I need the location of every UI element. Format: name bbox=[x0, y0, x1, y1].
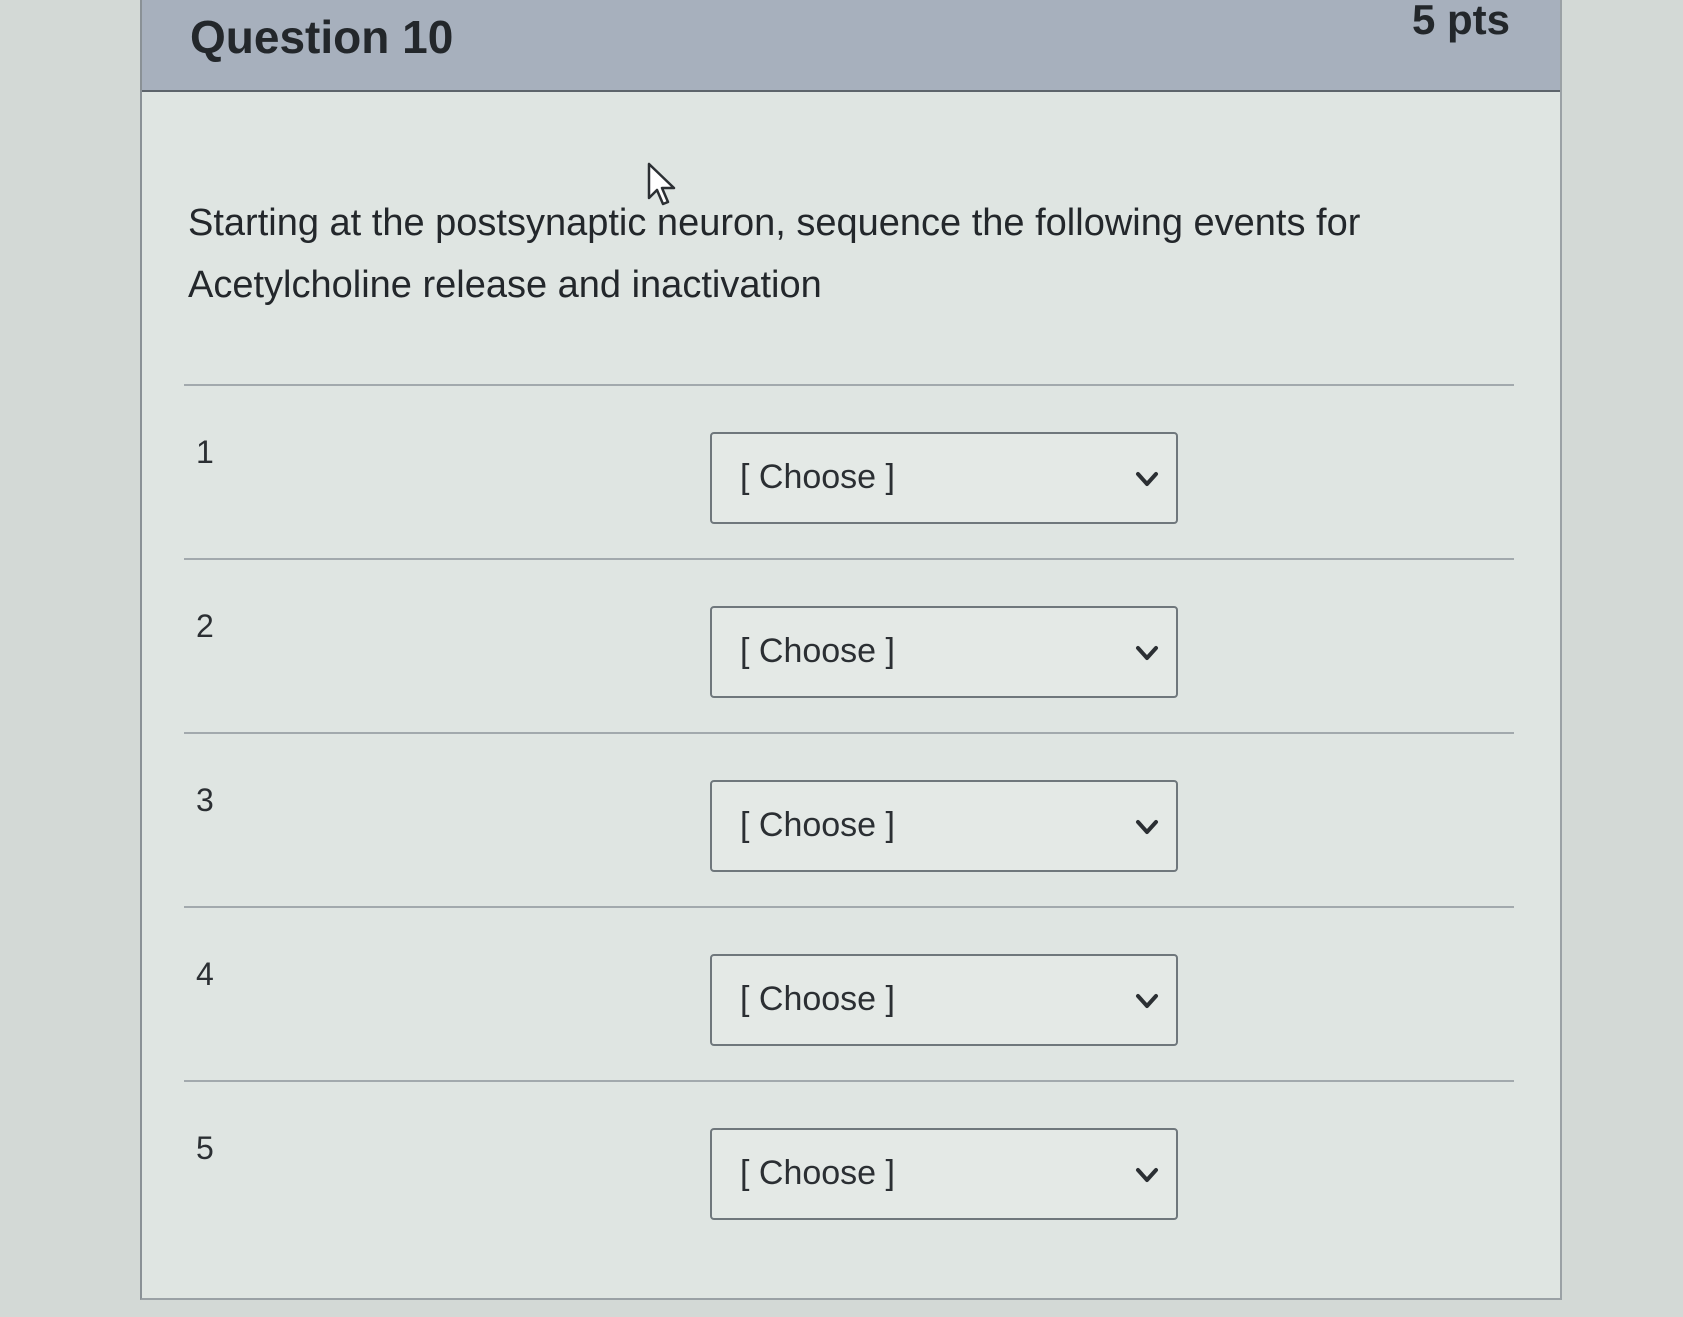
question-text: Starting at the postsynaptic neuron, seq… bbox=[188, 202, 1361, 306]
answer-row: 1 [ Choose ] bbox=[184, 384, 1514, 558]
chevron-down-icon bbox=[1136, 472, 1158, 486]
question-points: 5 pts bbox=[1411, 0, 1510, 43]
select-value: [ Choose ] bbox=[740, 1154, 895, 1192]
answer-select-1[interactable]: [ Choose ] bbox=[710, 432, 1178, 524]
answer-select-3[interactable]: [ Choose ] bbox=[710, 780, 1178, 872]
chevron-down-icon bbox=[1136, 1168, 1158, 1182]
chevron-down-icon bbox=[1136, 646, 1158, 660]
question-card: Question 10 5 pts Starting at the postsy… bbox=[140, 0, 1562, 1300]
answer-select-4[interactable]: [ Choose ] bbox=[710, 954, 1178, 1046]
question-title: Question 10 bbox=[190, 11, 454, 63]
answer-select-2[interactable]: [ Choose ] bbox=[710, 606, 1178, 698]
answer-number: 2 bbox=[196, 608, 214, 644]
answer-number: 3 bbox=[196, 782, 214, 818]
answer-row: 3 [ Choose ] bbox=[184, 732, 1514, 906]
answer-select-5[interactable]: [ Choose ] bbox=[710, 1128, 1178, 1220]
answer-row: 4 [ Choose ] bbox=[184, 906, 1514, 1080]
answer-number: 4 bbox=[196, 956, 214, 992]
answer-number: 1 bbox=[196, 434, 214, 470]
chevron-down-icon bbox=[1136, 820, 1158, 834]
mouse-pointer-icon bbox=[647, 162, 676, 206]
answer-row: 5 [ Choose ] bbox=[184, 1080, 1514, 1254]
select-value: [ Choose ] bbox=[740, 806, 895, 844]
answer-list: 1 [ Choose ] 2 [ Choose ] 3 [ Choose ] 4… bbox=[184, 384, 1514, 1254]
select-value: [ Choose ] bbox=[740, 458, 895, 496]
answer-number: 5 bbox=[196, 1130, 214, 1166]
select-value: [ Choose ] bbox=[740, 632, 895, 670]
question-header: Question 10 5 pts bbox=[142, 0, 1560, 92]
answer-row: 2 [ Choose ] bbox=[184, 558, 1514, 732]
chevron-down-icon bbox=[1136, 994, 1158, 1008]
select-value: [ Choose ] bbox=[740, 980, 895, 1018]
